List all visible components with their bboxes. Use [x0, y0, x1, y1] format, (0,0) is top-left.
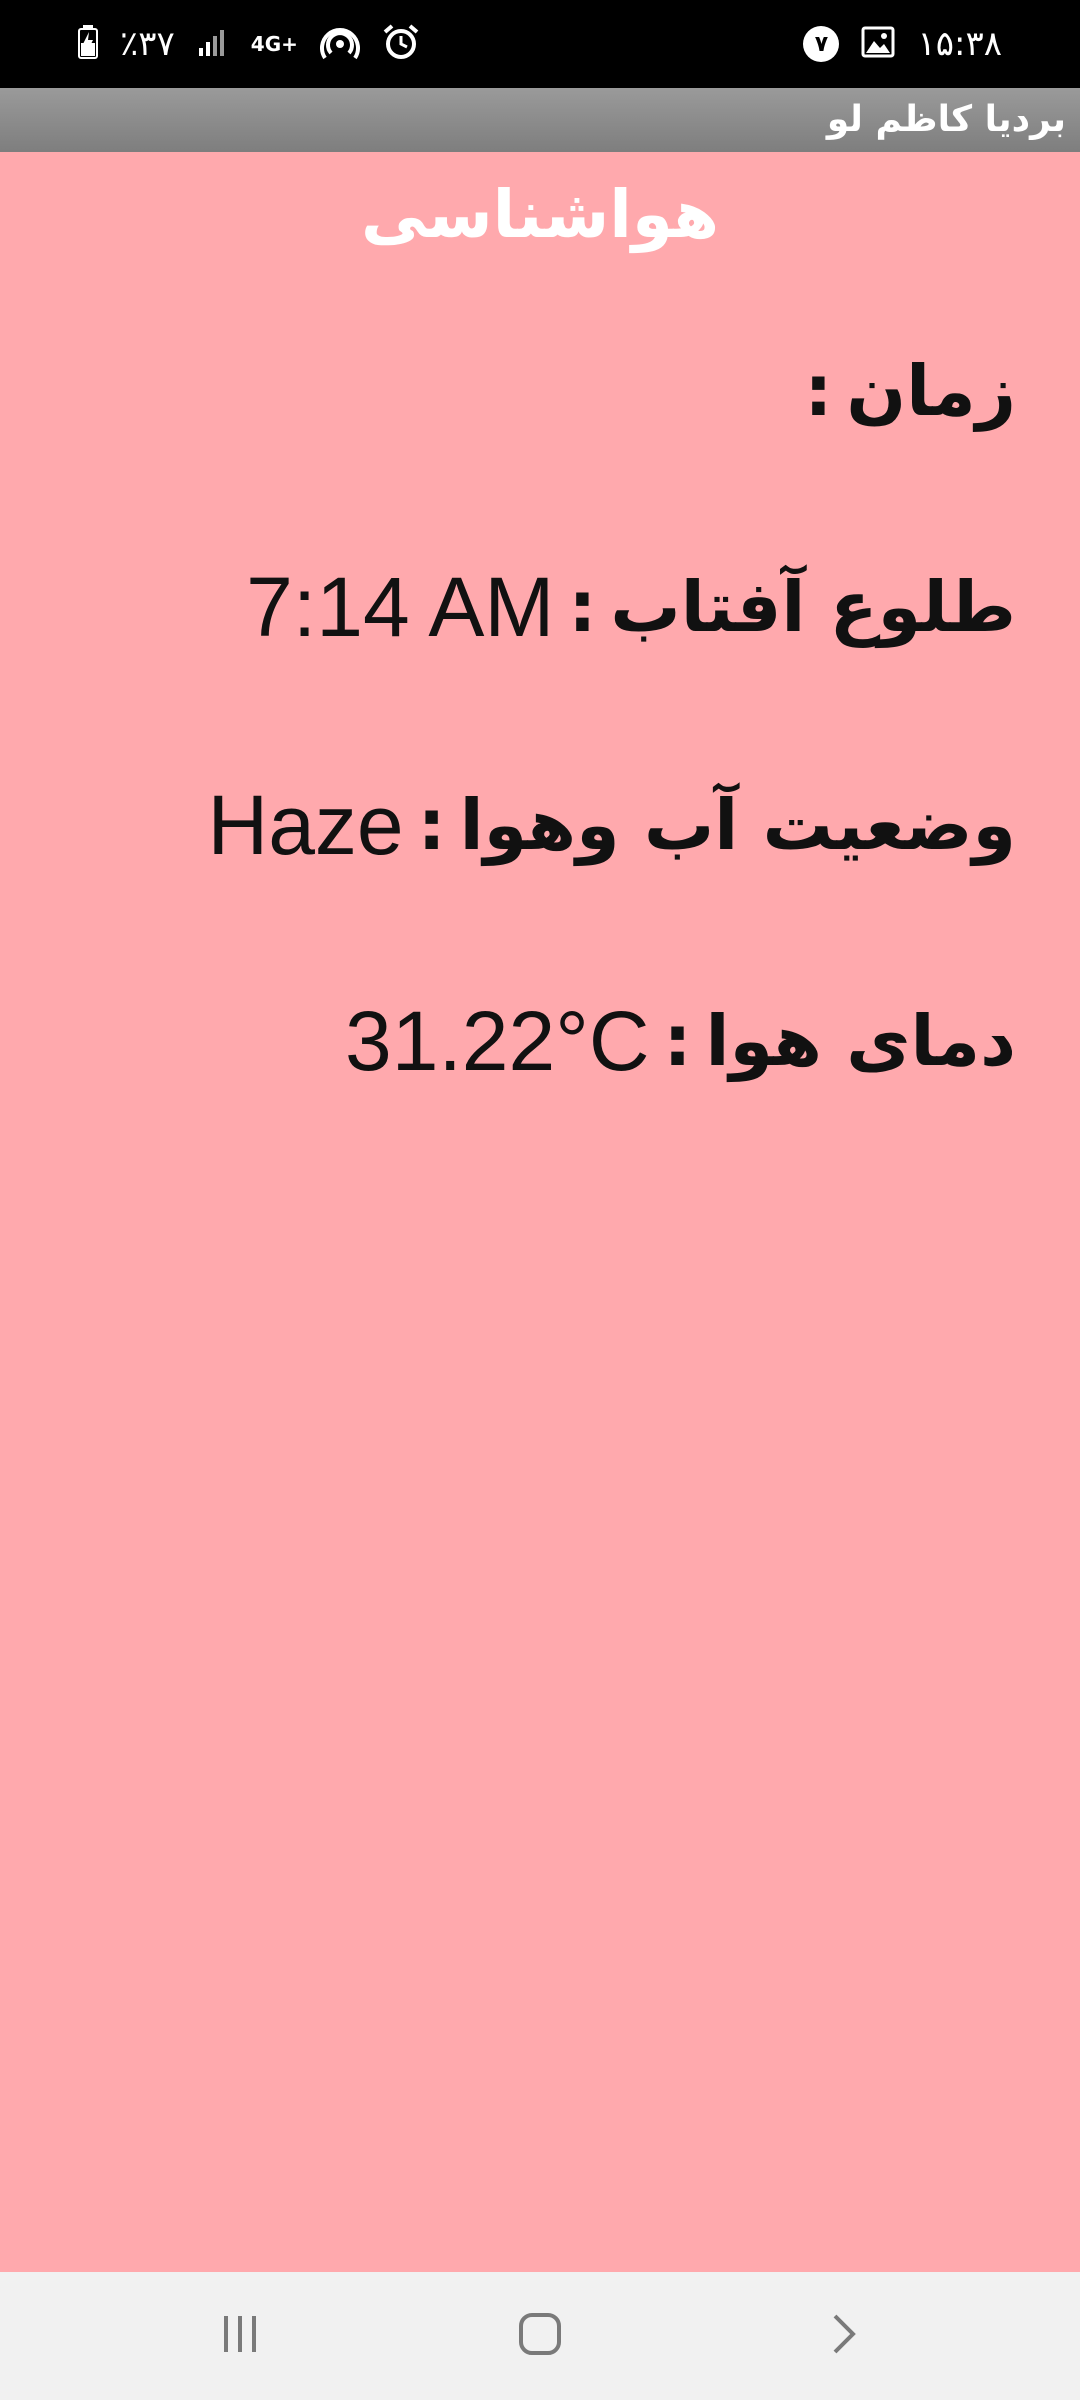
weather-condition-row: وضعیت آب وهوا : Haze [208, 770, 1016, 880]
sunrise-row: طلوع آفتاب : 7:14 AM [246, 552, 1016, 662]
status-bar: ٪۳۷ 4G+ ۷ ۱۵:۳۸ [0, 0, 1080, 88]
app-bar: بردیا کاظم لو [0, 88, 1080, 152]
screen: ٪۳۷ 4G+ ۷ ۱۵:۳۸ بردیا کاظم لو هواشناسی ز… [0, 0, 1080, 2400]
weather-condition-value: Haze [207, 777, 404, 872]
status-left-group: ٪۳۷ 4G+ [78, 0, 420, 88]
battery-level: ٪۳۷ [120, 24, 175, 64]
notification-count-badge: ۷ [803, 26, 840, 62]
sunrise-value: 7:14 AM [246, 559, 555, 654]
home-button[interactable] [460, 2272, 620, 2400]
home-icon [518, 2312, 562, 2360]
time-row: زمان : [790, 336, 1016, 446]
alarm-icon [382, 23, 420, 65]
temperature-label: دمای هوا [705, 1000, 1017, 1082]
time-separator: : [804, 350, 833, 432]
recent-apps-icon [220, 2314, 260, 2358]
status-time: ۱۵:۳۸ [917, 24, 1002, 64]
temperature-value: 31.22°C [345, 993, 650, 1088]
status-right-group: ۷ ۱۵:۳۸ [803, 0, 1002, 88]
page-heading: هواشناسی [360, 176, 720, 253]
back-button[interactable] [764, 2272, 924, 2400]
temperature-separator: : [663, 1000, 692, 1082]
app-title: بردیا کاظم لو [826, 99, 1066, 140]
weather-condition-label: وضعیت آب وهوا [459, 784, 1016, 866]
navigation-bar [0, 2272, 1080, 2400]
hotspot-icon [319, 22, 360, 66]
time-label: زمان [846, 350, 1016, 432]
signal-icon [197, 26, 229, 62]
back-icon [829, 2312, 859, 2360]
recent-apps-button[interactable] [160, 2272, 320, 2400]
network-type: 4G+ [250, 32, 298, 56]
gallery-icon [861, 26, 895, 62]
sunrise-separator: : [568, 566, 597, 648]
temperature-row: دمای هوا : 31.22°C [345, 986, 1016, 1096]
battery-charging-icon [78, 25, 98, 63]
weather-condition-separator: : [417, 784, 446, 866]
sunrise-label: طلوع آفتاب [610, 566, 1016, 648]
